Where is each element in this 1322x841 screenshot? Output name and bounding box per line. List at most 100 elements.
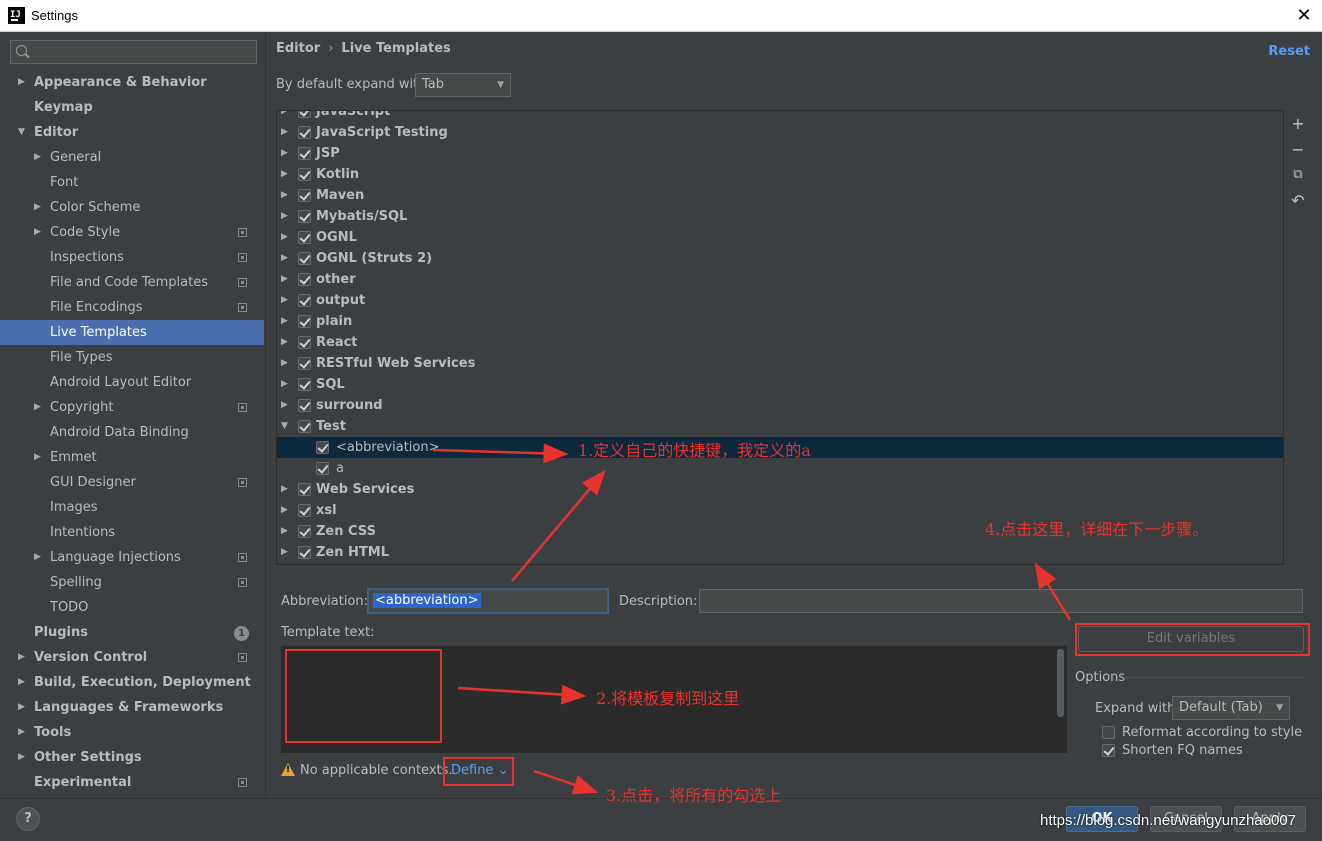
template-group-row[interactable]: ▼ Test bbox=[277, 416, 1283, 437]
sidebar-item-todo[interactable]: TODO bbox=[0, 595, 264, 620]
sidebar-item-color-scheme[interactable]: ▶ Color Scheme bbox=[0, 195, 264, 220]
sidebar-item-file-and-code-templates[interactable]: File and Code Templates bbox=[0, 270, 264, 295]
template-enabled-checkbox[interactable] bbox=[298, 210, 311, 223]
template-group-row[interactable]: ▶ JavaScript Testing bbox=[277, 122, 1283, 143]
template-enabled-checkbox[interactable] bbox=[298, 294, 311, 307]
expanded-arrow-icon[interactable]: ▼ bbox=[18, 120, 30, 145]
collapsed-arrow-icon[interactable]: ▶ bbox=[34, 545, 46, 570]
reset-link[interactable]: Reset bbox=[1268, 44, 1310, 59]
collapsed-arrow-icon[interactable]: ▶ bbox=[34, 395, 46, 420]
collapsed-arrow-icon[interactable]: ▶ bbox=[18, 745, 30, 770]
template-enabled-checkbox[interactable] bbox=[298, 315, 311, 328]
template-group-row[interactable]: ▶ JSP bbox=[277, 143, 1283, 164]
collapsed-arrow-icon[interactable]: ▶ bbox=[281, 353, 288, 374]
template-enabled-checkbox[interactable] bbox=[298, 111, 311, 118]
expand-with-select[interactable]: Default (Tab) ▼ bbox=[1172, 696, 1290, 720]
template-enabled-checkbox[interactable] bbox=[298, 546, 311, 559]
template-group-row[interactable]: ▶ React bbox=[277, 332, 1283, 353]
template-group-row[interactable]: ▶ JavaScript bbox=[277, 111, 1283, 122]
sidebar-item-font[interactable]: Font bbox=[0, 170, 264, 195]
collapsed-arrow-icon[interactable]: ▶ bbox=[281, 111, 288, 122]
sidebar-item-other-settings[interactable]: ▶ Other Settings bbox=[0, 745, 264, 770]
restore-template-button[interactable]: ↶ bbox=[1289, 192, 1307, 210]
expanded-arrow-icon[interactable]: ▼ bbox=[281, 416, 288, 437]
template-group-row[interactable]: ▶ other bbox=[277, 269, 1283, 290]
sidebar-item-file-encodings[interactable]: File Encodings bbox=[0, 295, 264, 320]
sidebar-item-live-templates[interactable]: Live Templates bbox=[0, 320, 264, 345]
copy-template-button[interactable]: ⧉ bbox=[1289, 166, 1307, 184]
collapsed-arrow-icon[interactable]: ▶ bbox=[281, 479, 288, 500]
description-input[interactable] bbox=[699, 589, 1303, 613]
sidebar-item-keymap[interactable]: Keymap bbox=[0, 95, 264, 120]
template-text-scrollbar[interactable] bbox=[1057, 649, 1064, 717]
template-enabled-checkbox[interactable] bbox=[298, 504, 311, 517]
default-expand-select[interactable]: Tab ▼ bbox=[415, 73, 511, 97]
collapsed-arrow-icon[interactable]: ▶ bbox=[281, 500, 288, 521]
collapsed-arrow-icon[interactable]: ▶ bbox=[281, 227, 288, 248]
collapsed-arrow-icon[interactable]: ▶ bbox=[281, 332, 288, 353]
sidebar-item-build-execution-deployment[interactable]: ▶ Build, Execution, Deployment bbox=[0, 670, 264, 695]
template-enabled-checkbox[interactable] bbox=[298, 336, 311, 349]
collapsed-arrow-icon[interactable]: ▶ bbox=[34, 220, 46, 245]
sidebar-item-appearance-behavior[interactable]: ▶ Appearance & Behavior bbox=[0, 70, 264, 95]
template-group-row[interactable]: ▶ Mybatis/SQL bbox=[277, 206, 1283, 227]
remove-template-button[interactable]: − bbox=[1289, 141, 1307, 159]
template-group-row[interactable]: ▶ output bbox=[277, 290, 1283, 311]
template-enabled-checkbox[interactable] bbox=[298, 189, 311, 202]
collapsed-arrow-icon[interactable]: ▶ bbox=[281, 311, 288, 332]
template-enabled-checkbox[interactable] bbox=[298, 399, 311, 412]
collapsed-arrow-icon[interactable]: ▶ bbox=[18, 720, 30, 745]
template-enabled-checkbox[interactable] bbox=[298, 252, 311, 265]
template-enabled-checkbox[interactable] bbox=[298, 525, 311, 538]
collapsed-arrow-icon[interactable]: ▶ bbox=[18, 670, 30, 695]
template-enabled-checkbox[interactable] bbox=[298, 273, 311, 286]
sidebar-item-copyright[interactable]: ▶ Copyright bbox=[0, 395, 264, 420]
collapsed-arrow-icon[interactable]: ▶ bbox=[281, 143, 288, 164]
collapsed-arrow-icon[interactable]: ▶ bbox=[18, 695, 30, 720]
sidebar-item-tools[interactable]: ▶ Tools bbox=[0, 720, 264, 745]
template-enabled-checkbox[interactable] bbox=[298, 126, 311, 139]
collapsed-arrow-icon[interactable]: ▶ bbox=[281, 542, 288, 563]
templates-tree[interactable]: ▶ JavaScript ▶ JavaScript Testing ▶ JSP ▶ Kotli… bbox=[276, 110, 1284, 565]
template-enabled-checkbox[interactable] bbox=[298, 168, 311, 181]
sidebar-item-images[interactable]: Images bbox=[0, 495, 264, 520]
collapsed-arrow-icon[interactable]: ▶ bbox=[281, 248, 288, 269]
sidebar-item-plugins[interactable]: Plugins 1 bbox=[0, 620, 264, 645]
sidebar-item-version-control[interactable]: ▶ Version Control bbox=[0, 645, 264, 670]
close-window-button[interactable]: ✕ bbox=[1286, 0, 1322, 32]
collapsed-arrow-icon[interactable]: ▶ bbox=[281, 122, 288, 143]
template-enabled-checkbox[interactable] bbox=[298, 483, 311, 496]
template-group-row[interactable]: ▶ plain bbox=[277, 311, 1283, 332]
abbreviation-input[interactable]: <abbreviation> bbox=[367, 588, 609, 614]
sidebar-item-code-style[interactable]: ▶ Code Style bbox=[0, 220, 264, 245]
sidebar-item-languages-frameworks[interactable]: ▶ Languages & Frameworks bbox=[0, 695, 264, 720]
sidebar-item-spelling[interactable]: Spelling bbox=[0, 570, 264, 595]
template-group-row[interactable]: ▶ Maven bbox=[277, 185, 1283, 206]
collapsed-arrow-icon[interactable]: ▶ bbox=[34, 195, 46, 220]
help-button[interactable]: ? bbox=[16, 807, 40, 831]
template-group-row[interactable]: ▶ OGNL bbox=[277, 227, 1283, 248]
add-template-button[interactable]: + bbox=[1289, 115, 1307, 133]
sidebar-item-emmet[interactable]: ▶ Emmet bbox=[0, 445, 264, 470]
template-group-row[interactable]: ▶ RESTful Web Services bbox=[277, 353, 1283, 374]
collapsed-arrow-icon[interactable]: ▶ bbox=[18, 645, 30, 670]
template-group-row[interactable]: ▶ OGNL (Struts 2) bbox=[277, 248, 1283, 269]
collapsed-arrow-icon[interactable]: ▶ bbox=[281, 374, 288, 395]
sidebar-item-android-data-binding[interactable]: Android Data Binding bbox=[0, 420, 264, 445]
sidebar-item-intentions[interactable]: Intentions bbox=[0, 520, 264, 545]
sidebar-item-language-injections[interactable]: ▶ Language Injections bbox=[0, 545, 264, 570]
collapsed-arrow-icon[interactable]: ▶ bbox=[281, 290, 288, 311]
template-enabled-checkbox[interactable] bbox=[298, 357, 311, 370]
collapsed-arrow-icon[interactable]: ▶ bbox=[281, 164, 288, 185]
template-enabled-checkbox[interactable] bbox=[298, 147, 311, 160]
collapsed-arrow-icon[interactable]: ▶ bbox=[281, 521, 288, 542]
sidebar-item-experimental[interactable]: Experimental bbox=[0, 770, 264, 795]
collapsed-arrow-icon[interactable]: ▶ bbox=[34, 445, 46, 470]
collapsed-arrow-icon[interactable]: ▶ bbox=[281, 269, 288, 290]
sidebar-item-editor[interactable]: ▼ Editor bbox=[0, 120, 264, 145]
template-group-row[interactable]: ▶ surround bbox=[277, 395, 1283, 416]
template-enabled-checkbox[interactable] bbox=[316, 462, 329, 475]
sidebar-item-android-layout-editor[interactable]: Android Layout Editor bbox=[0, 370, 264, 395]
template-enabled-checkbox[interactable] bbox=[298, 378, 311, 391]
template-enabled-checkbox[interactable] bbox=[298, 420, 311, 433]
